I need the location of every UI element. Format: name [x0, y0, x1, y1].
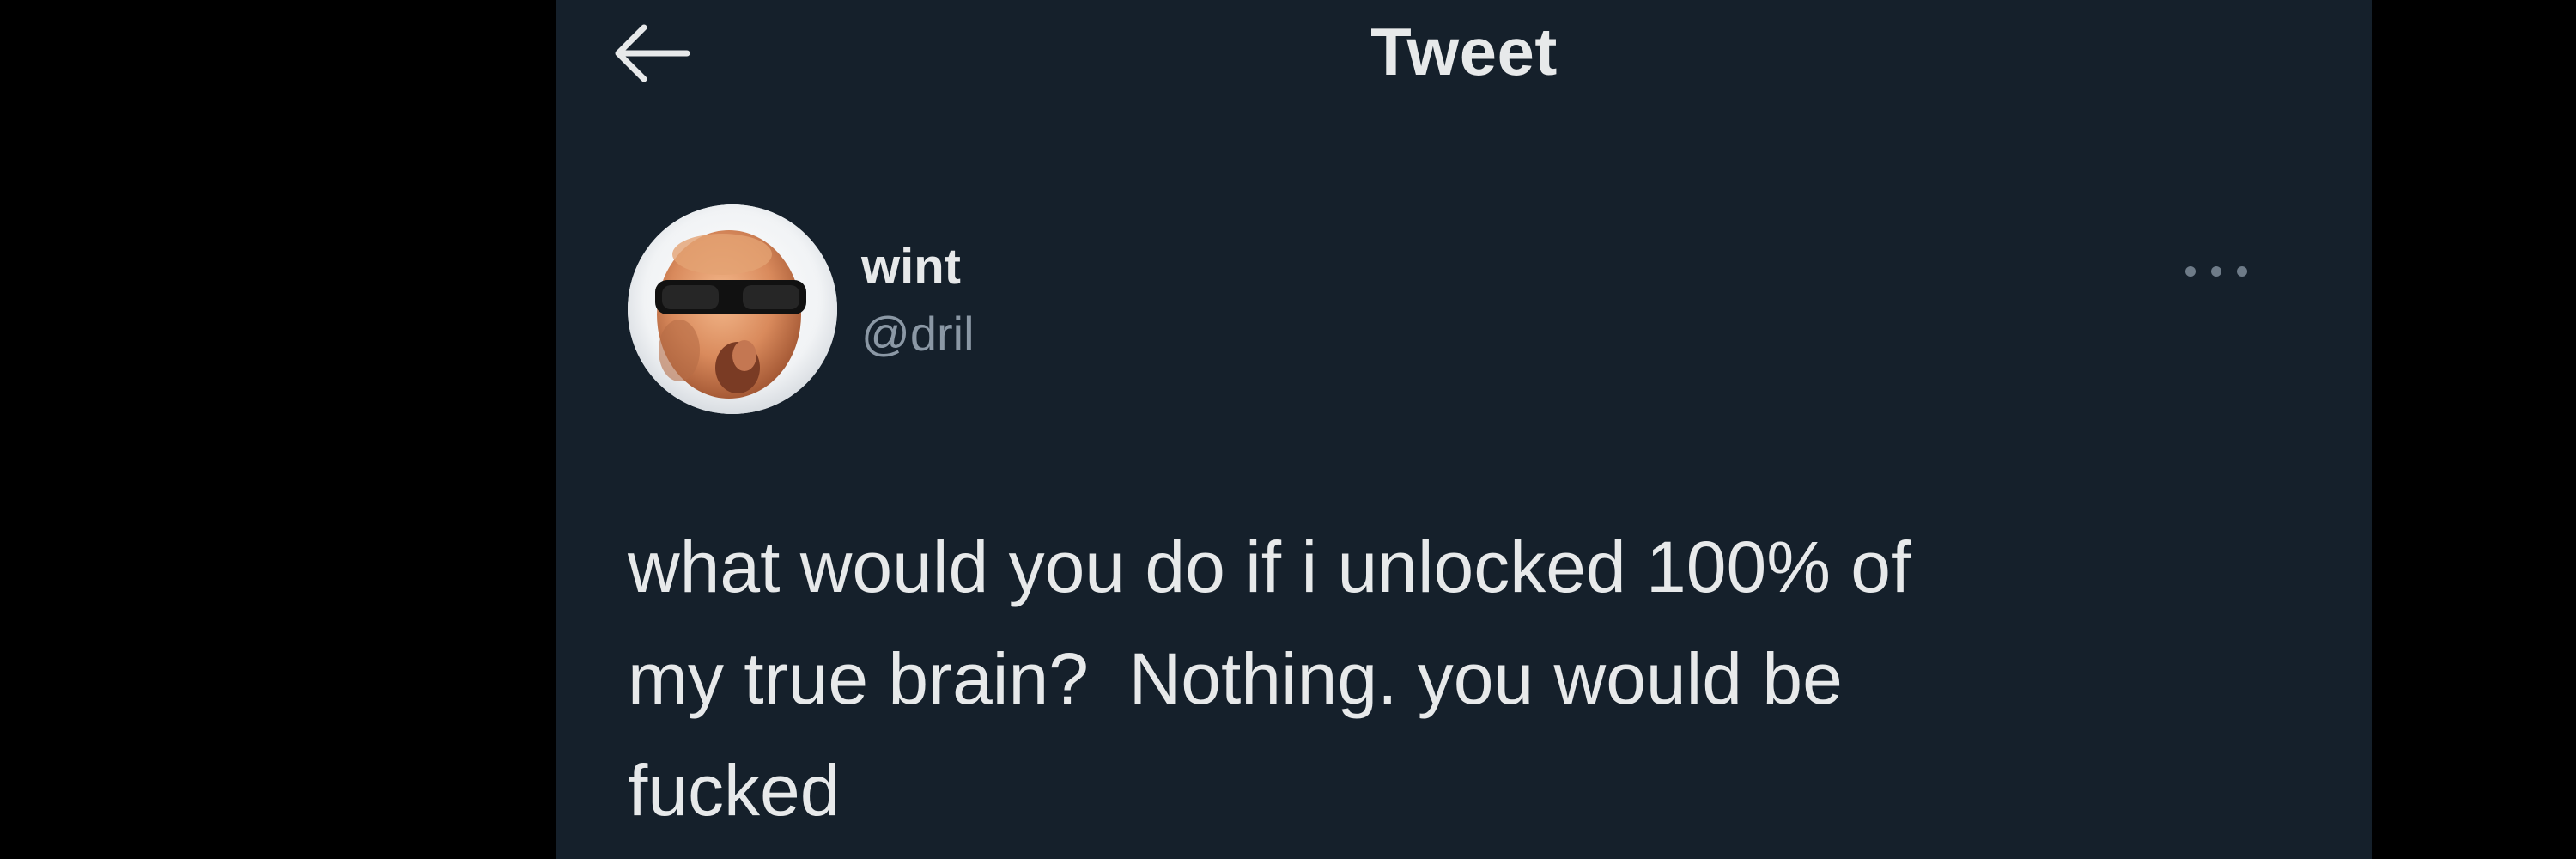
tweet-header: wint @dril: [628, 204, 2311, 416]
tweet-author[interactable]: wint @dril: [861, 237, 975, 364]
author-handle[interactable]: @dril: [861, 304, 975, 364]
tweet-text: what would you do if i unlocked 100% of …: [628, 511, 2276, 846]
tweet-text-line: fucked: [628, 750, 841, 831]
more-horizontal-icon: [2185, 266, 2247, 277]
screen: Tweet wint @dril what would you do if i …: [0, 0, 2576, 859]
tweet-text-line: what would you do if i unlocked 100% of: [628, 527, 1911, 607]
more-options-button[interactable]: [2173, 246, 2259, 297]
tweet-text-line: my true brain? Nothing. you would be: [628, 638, 1843, 719]
avatar[interactable]: [628, 204, 837, 414]
author-name[interactable]: wint: [861, 237, 975, 297]
page-title: Tweet: [1370, 14, 1558, 89]
avatar-image: [628, 204, 837, 414]
tweet-detail-panel: Tweet wint @dril what would you do if i …: [556, 0, 2372, 859]
